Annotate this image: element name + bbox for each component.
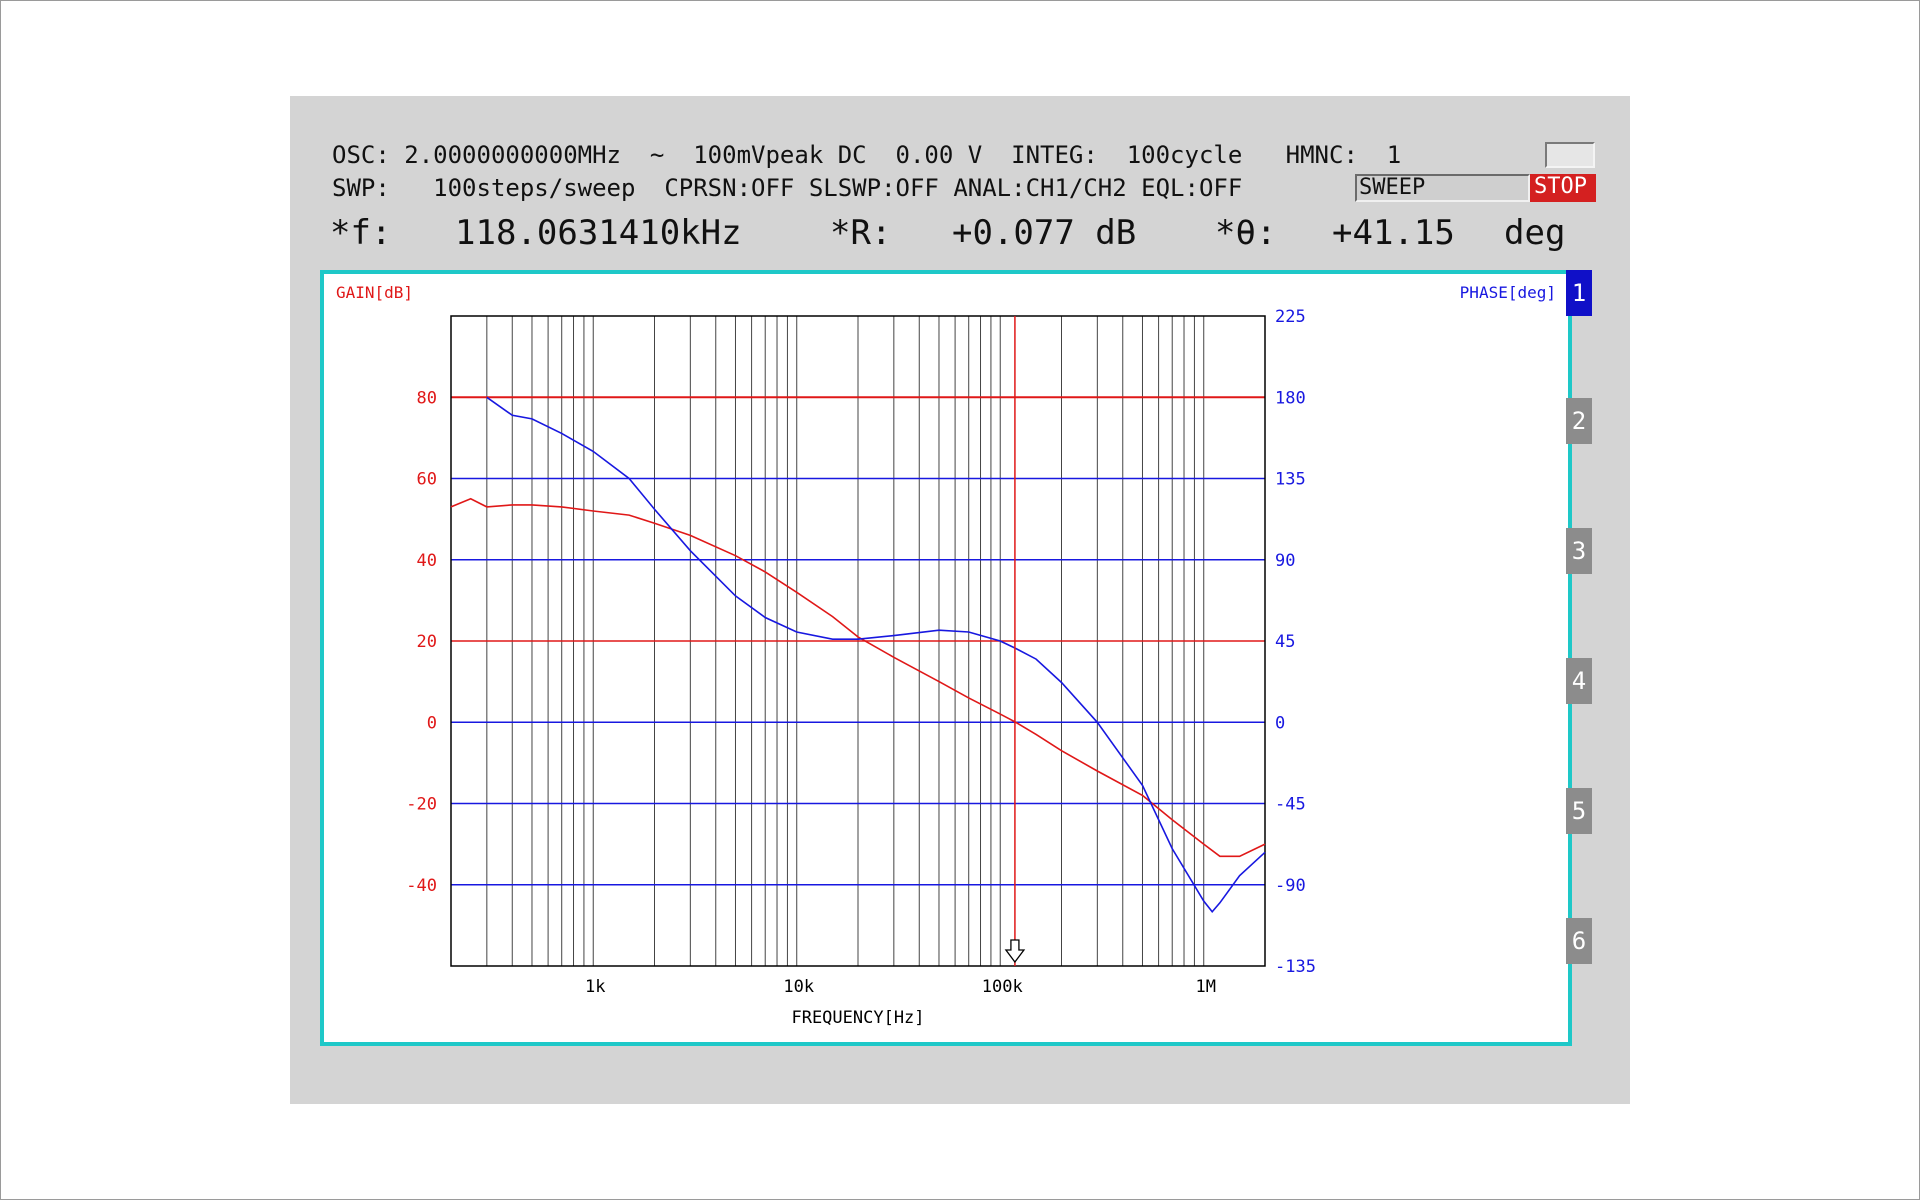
phase-axis-title: PHASE[deg] — [1460, 283, 1556, 302]
sweep-status-box[interactable]: SWEEP — [1355, 174, 1530, 202]
cursor-arrow-icon — [1004, 939, 1026, 964]
phase-tick-label: 225 — [1275, 307, 1306, 327]
phase-trace — [486, 396, 1266, 914]
gain-tick-label: 80 — [417, 388, 437, 408]
readout-theta-label: *θ: — [1215, 213, 1277, 253]
phase-tick-label: 90 — [1275, 551, 1295, 571]
gain-tick-label: -20 — [406, 795, 437, 815]
readout-freq-value: 118.0631410kHz — [455, 213, 742, 253]
plot-frame: 80 60 40 20 0 -20 -40 225 180 135 90 45 0 -45 -90 -135 1… — [320, 270, 1572, 1046]
x-axis-title: FREQUENCY[Hz] — [791, 1008, 924, 1028]
phase-tick-label: 135 — [1275, 470, 1306, 490]
status-line-swp: SWP: 100steps/sweep CPRSN:OFF SLSWP:OFF … — [332, 174, 1243, 202]
phase-tick-label: -90 — [1275, 876, 1306, 896]
gain-tick-label: 20 — [417, 632, 437, 652]
trace-button-2[interactable]: 2 — [1566, 398, 1592, 444]
status-line-osc: OSC: 2.0000000000MHz ~ 100mVpeak DC 0.00… — [332, 141, 1402, 169]
phase-tick-label: -135 — [1275, 957, 1316, 977]
trace-button-6[interactable]: 6 — [1566, 918, 1592, 964]
phase-tick-label: -45 — [1275, 795, 1306, 815]
phase-tick-label: 0 — [1275, 713, 1285, 733]
readout-r-label: *R: — [830, 213, 892, 253]
hmnc-indicator-box[interactable] — [1545, 142, 1595, 168]
gain-axis-title: GAIN[dB] — [336, 283, 413, 302]
x-tick-label: 1M — [1195, 977, 1215, 997]
trace-button-5[interactable]: 5 — [1566, 788, 1592, 834]
x-tick-label: 10k — [783, 977, 814, 997]
trace-button-3[interactable]: 3 — [1566, 528, 1592, 574]
readout-theta-value: +41.15 — [1332, 213, 1455, 253]
readout-freq-label: *f: — [330, 213, 392, 253]
readout-theta-unit: deg — [1504, 213, 1566, 253]
readout-r-value: +0.077 dB — [952, 213, 1137, 253]
gain-tick-label: 0 — [427, 713, 437, 733]
analyzer-screen: OSC: 2.0000000000MHz ~ 100mVpeak DC 0.00… — [290, 96, 1630, 1104]
x-tick-label: 1k — [585, 977, 605, 997]
gain-tick-label: 40 — [417, 551, 437, 571]
stop-indicator[interactable]: STOP — [1530, 174, 1596, 202]
phase-tick-label: 180 — [1275, 388, 1306, 408]
x-tick-label: 100k — [982, 977, 1023, 997]
phase-tick-label: 45 — [1275, 632, 1295, 652]
gain-tick-label: -40 — [406, 876, 437, 896]
gain-tick-label: 60 — [417, 470, 437, 490]
bode-plot: 80 60 40 20 0 -20 -40 225 180 135 90 45 0 -45 -90 -135 1… — [336, 283, 1556, 1028]
trace-button-1[interactable]: 1 — [1566, 270, 1592, 316]
trace-button-4[interactable]: 4 — [1566, 658, 1592, 704]
